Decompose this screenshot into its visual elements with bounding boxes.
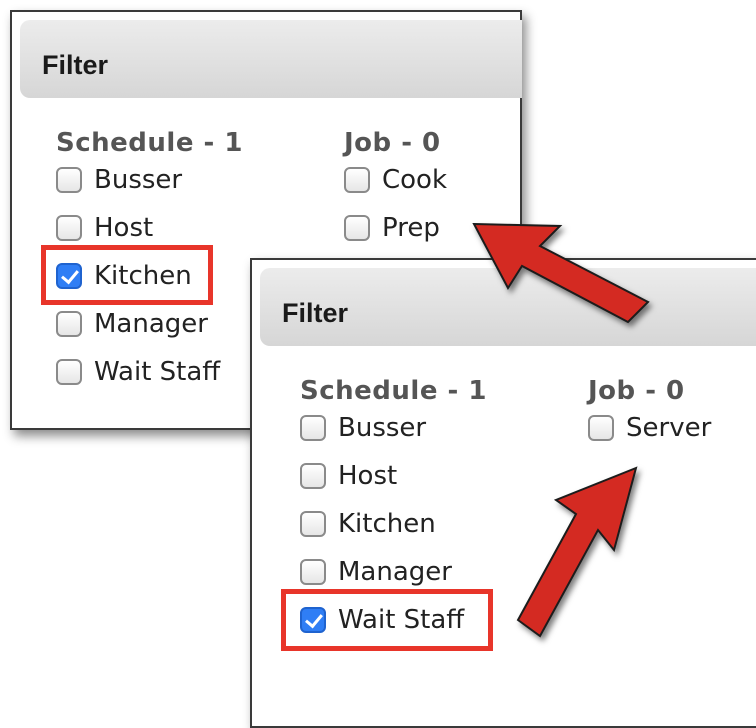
- arrow-pointing-to-server-icon: [516, 466, 638, 638]
- arrow-pointing-to-prep-icon: [472, 222, 650, 324]
- callout-arrows: [472, 222, 650, 638]
